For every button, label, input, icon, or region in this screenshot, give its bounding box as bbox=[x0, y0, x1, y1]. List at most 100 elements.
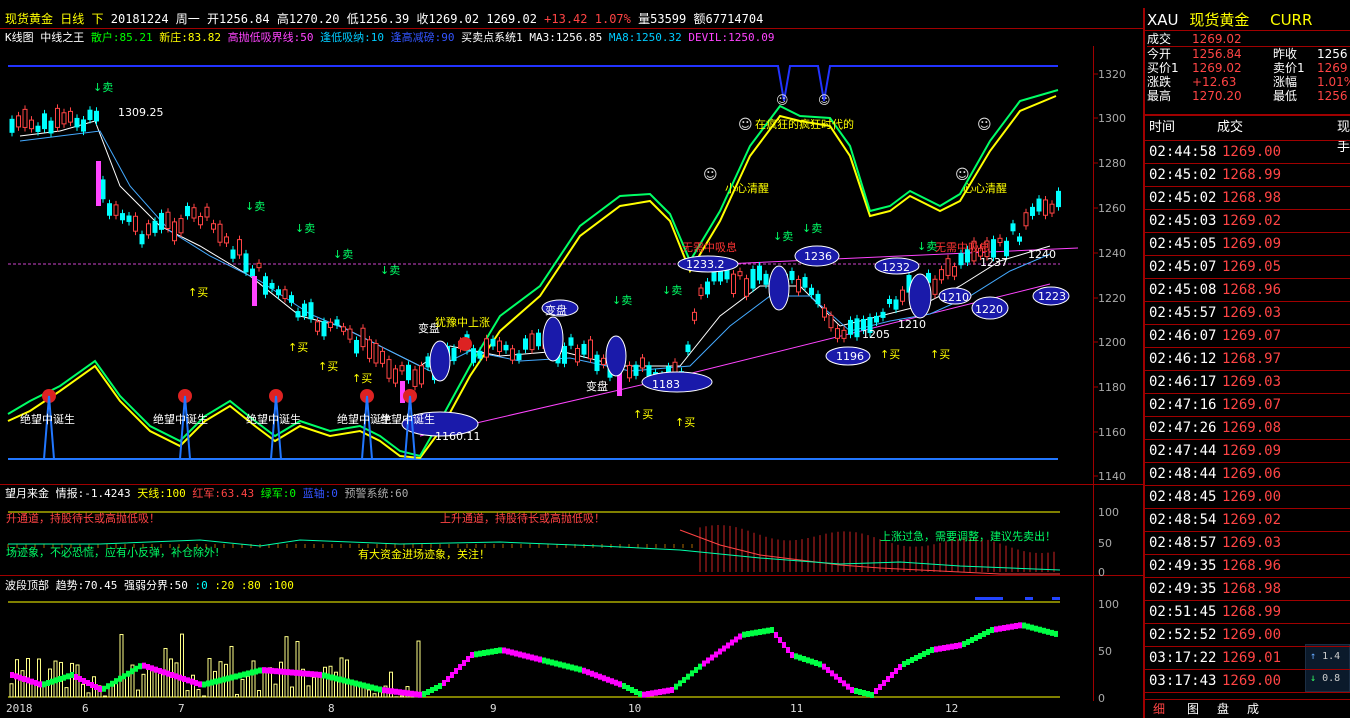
panel3-bar bbox=[306, 685, 311, 698]
tick-row[interactable]: 02:45:05 1269.09 bbox=[1147, 233, 1350, 256]
sell-4: ↓卖 bbox=[333, 248, 353, 261]
panel2-red: 红军:63.43 bbox=[192, 487, 255, 500]
price-tick: 1160 bbox=[1098, 426, 1126, 439]
panel3-dot bbox=[270, 667, 274, 674]
tick-row[interactable]: 02:46:07 1269.07 bbox=[1147, 325, 1350, 348]
open-value: 1256.84 bbox=[219, 12, 270, 26]
candle-body bbox=[1036, 198, 1042, 212]
tick-row[interactable]: 03:17:22 1269.01 bbox=[1147, 647, 1350, 670]
panel3-chart[interactable]: 100 50 0 bbox=[0, 594, 1143, 702]
tick-row[interactable]: 02:48:57 1269.03 bbox=[1147, 532, 1350, 555]
panel3-bar bbox=[246, 675, 250, 698]
panel3-dot bbox=[342, 677, 346, 684]
panel3-dot bbox=[306, 670, 310, 677]
tick-row[interactable]: 02:45:03 1269.02 bbox=[1147, 210, 1350, 233]
side-open-label: 今开 bbox=[1147, 47, 1172, 61]
panel3-dot bbox=[202, 681, 206, 688]
panel3-bar bbox=[103, 695, 107, 698]
panel3-dot bbox=[386, 687, 390, 694]
instrument-name[interactable]: 现货黄金 bbox=[5, 12, 53, 26]
panel3-dot bbox=[826, 667, 830, 673]
side-sell-label: 卖价1 bbox=[1273, 61, 1305, 75]
panel3-dot bbox=[462, 660, 466, 666]
panel3-dot bbox=[18, 674, 22, 681]
panel3-dot bbox=[978, 633, 982, 639]
panel3-dot bbox=[450, 672, 454, 678]
panel3-dot bbox=[454, 668, 458, 674]
tick-row[interactable]: 02:51:45 1268.99 bbox=[1147, 601, 1350, 624]
nav-label[interactable]: 下 bbox=[92, 12, 104, 26]
tab-detail[interactable]: 细 bbox=[1150, 700, 1168, 718]
tick-row[interactable]: 02:45:57 1269.03 bbox=[1147, 302, 1350, 325]
tick-row[interactable]: 03:17:43 1269.00 bbox=[1147, 670, 1350, 693]
panel3-dot bbox=[938, 645, 942, 652]
devil-label: DEVIL:1250.09 bbox=[688, 31, 775, 44]
panel3-dot bbox=[394, 688, 398, 695]
candle-body bbox=[328, 321, 333, 328]
tab-chart[interactable]: 图 bbox=[1184, 700, 1202, 718]
side-quote-table: 成交 1269.02 今开 1256.84 昨收 1256 买价1 1269.02 卖价1 1… bbox=[1147, 32, 1350, 103]
candle-body bbox=[419, 365, 424, 385]
tick-row[interactable]: 02:45:08 1268.96 bbox=[1147, 279, 1350, 302]
tick-time: 02:47:26 bbox=[1149, 420, 1217, 436]
tick-row[interactable]: 02:47:26 1269.08 bbox=[1147, 417, 1350, 440]
tick-time: 02:45:57 bbox=[1149, 305, 1217, 321]
panel3-dot bbox=[578, 666, 582, 673]
tick-row[interactable]: 02:47:44 1269.09 bbox=[1147, 440, 1350, 463]
plan-label[interactable]: 中线之王 bbox=[40, 31, 84, 44]
side-tag[interactable]: CURR bbox=[1270, 11, 1312, 29]
panel3-title[interactable]: 波段顶部 bbox=[5, 579, 49, 592]
candle-body bbox=[178, 218, 184, 234]
close-value: 1269.02 bbox=[428, 12, 480, 26]
panel3-bar bbox=[328, 665, 333, 698]
warn-label: 小心清醒 bbox=[725, 182, 769, 195]
panel3-dot bbox=[902, 661, 906, 667]
candle-body bbox=[724, 269, 730, 280]
kline-label[interactable]: K线图 bbox=[5, 31, 34, 44]
panel3-dot bbox=[646, 691, 650, 697]
tick-row[interactable]: 02:52:52 1269.00 bbox=[1147, 624, 1350, 647]
panel2-title[interactable]: 望月来金 bbox=[5, 487, 49, 500]
tick-row[interactable]: 02:44:58 1269.00 bbox=[1147, 141, 1350, 164]
price-chart[interactable]: 1309.25 1160.11 1233.2 1236 1232 1183 11… bbox=[0, 46, 1143, 486]
panel3-dot bbox=[638, 691, 642, 697]
tick-row[interactable]: 02:47:16 1269.07 bbox=[1147, 394, 1350, 417]
tick-row[interactable]: 02:45:02 1268.99 bbox=[1147, 164, 1350, 187]
panel3-dot bbox=[290, 669, 294, 676]
candle-body bbox=[932, 278, 938, 295]
side-code[interactable]: XAU bbox=[1147, 11, 1179, 29]
tick-time: 02:49:35 bbox=[1149, 581, 1217, 597]
panel3-dot bbox=[274, 668, 278, 675]
label-1205: 1205 bbox=[862, 328, 890, 341]
tick-row[interactable]: 02:49:35 1268.98 bbox=[1147, 578, 1350, 601]
smile-icon-6: ☺ bbox=[818, 93, 831, 107]
panel3-dot bbox=[718, 648, 722, 655]
panel3-dot bbox=[934, 646, 938, 653]
tab-book[interactable]: 盘 bbox=[1214, 700, 1232, 718]
panel3-dot bbox=[414, 691, 418, 698]
tick-price: 1269.02 bbox=[1222, 512, 1282, 528]
price-tick: 1300 bbox=[1098, 112, 1126, 125]
panel3-dot bbox=[346, 678, 350, 685]
label-1183: 1183 bbox=[652, 378, 680, 391]
candle-body bbox=[139, 234, 145, 245]
panel3-bar bbox=[136, 689, 140, 698]
candle-body bbox=[230, 249, 236, 259]
tick-row[interactable]: 02:46:12 1268.97 bbox=[1147, 348, 1350, 371]
price-tick: 1220 bbox=[1098, 292, 1126, 305]
tick-row[interactable]: 02:48:44 1269.06 bbox=[1147, 463, 1350, 486]
candle-body bbox=[757, 265, 762, 281]
tick-row[interactable]: 02:46:17 1269.03 bbox=[1147, 371, 1350, 394]
price-tick: 1140 bbox=[1098, 470, 1126, 483]
tab-deals[interactable]: 成 bbox=[1244, 700, 1262, 718]
tick-row[interactable]: 02:48:54 1269.02 bbox=[1147, 509, 1350, 532]
panel3-dot bbox=[790, 652, 794, 658]
tick-row[interactable]: 02:45:07 1269.05 bbox=[1147, 256, 1350, 279]
panel2-chart[interactable]: 升通道，持股待长或高抛低吸！ 上升通道，持股待长或高抛低吸！ 场迹象，不必恐慌，… bbox=[0, 500, 1143, 576]
tick-row[interactable]: 02:49:35 1268.96 bbox=[1147, 555, 1350, 578]
tick-row[interactable]: 02:45:02 1268.98 bbox=[1147, 187, 1350, 210]
period-label[interactable]: 日线 bbox=[60, 12, 84, 26]
side-name[interactable]: 现货黄金 bbox=[1189, 11, 1249, 29]
tick-row[interactable]: 02:48:45 1269.00 bbox=[1147, 486, 1350, 509]
panel3-dot bbox=[198, 681, 202, 688]
